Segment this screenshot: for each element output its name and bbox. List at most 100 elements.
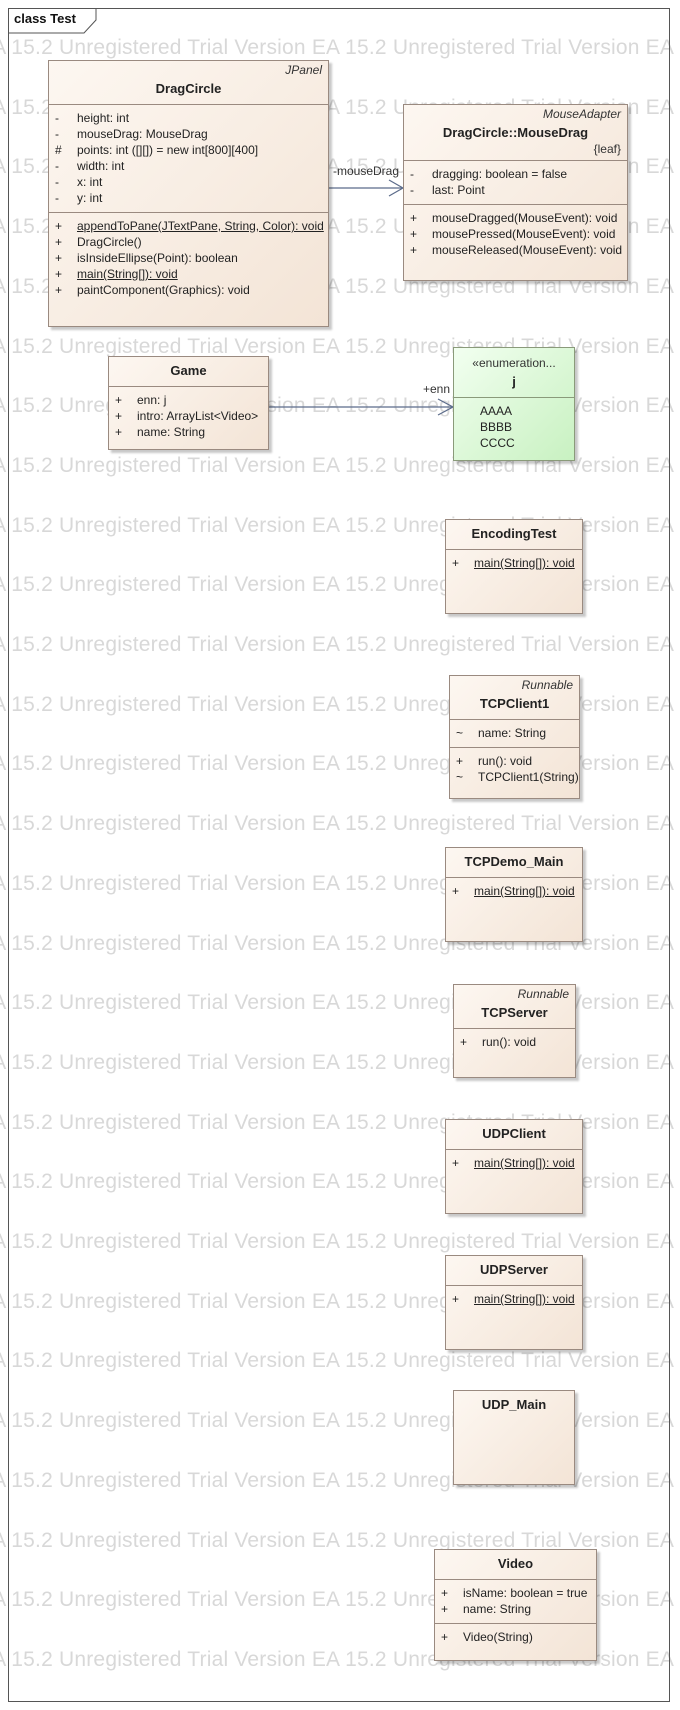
visibility-marker: + bbox=[441, 1602, 449, 1616]
operation-text: Video(String) bbox=[463, 1630, 533, 1644]
operation[interactable]: ~ TCPClient1(String) bbox=[450, 769, 579, 785]
operation[interactable]: + main(String[]): void bbox=[446, 883, 582, 899]
visibility-marker: + bbox=[55, 283, 63, 297]
attribute[interactable]: + isName: boolean = true bbox=[435, 1585, 596, 1601]
operations-compartment: + mouseDragged(MouseEvent): void + mousePre… bbox=[404, 204, 627, 264]
operation[interactable]: + isInsideEllipse(Point): boolean bbox=[49, 250, 328, 266]
visibility-marker: - bbox=[410, 183, 414, 197]
enum-j[interactable]: «enumeration... j AAAA BBBB CCCC bbox=[453, 347, 575, 461]
class-dragcircle[interactable]: JPanel DragCircle - height: int - mouseDrag: … bbox=[48, 60, 329, 327]
class-name: DragCircle bbox=[155, 81, 222, 96]
literals-compartment: AAAA BBBB CCCC bbox=[454, 397, 574, 457]
operation[interactable]: + DragCircle() bbox=[49, 234, 328, 250]
visibility-marker: + bbox=[55, 235, 63, 249]
class-tcpserver[interactable]: Runnable TCPServer + run(): void bbox=[453, 984, 576, 1078]
attribute[interactable]: - mouseDrag: MouseDrag bbox=[49, 126, 328, 142]
role-enn: +enn bbox=[423, 382, 451, 396]
enum-literal: BBBB bbox=[480, 420, 513, 434]
operations-compartment: + run(): void ~ TCPClient1(String) bbox=[450, 747, 579, 791]
visibility-marker: + bbox=[115, 409, 123, 423]
attribute[interactable]: - x: int bbox=[49, 174, 328, 190]
operations-compartment: + run(): void bbox=[454, 1028, 575, 1056]
operation[interactable]: + mouseReleased(MouseEvent): void bbox=[404, 242, 627, 258]
class-encodingtest[interactable]: EncodingTest + main(String[]): void bbox=[445, 519, 583, 614]
operations-compartment: + main(String[]): void bbox=[446, 877, 582, 905]
class-name: Game bbox=[170, 363, 207, 378]
operation[interactable]: + main(String[]): void bbox=[446, 555, 582, 571]
attribute-text: width: int bbox=[77, 159, 125, 173]
enum-literal: CCCC bbox=[480, 436, 515, 450]
visibility-marker: # bbox=[55, 143, 62, 157]
operation[interactable]: + mouseDragged(MouseEvent): void bbox=[404, 210, 627, 226]
attribute-text: name: String bbox=[463, 1602, 532, 1616]
tagged-value: {leaf} bbox=[593, 142, 621, 156]
operations-compartment: + main(String[]): void bbox=[446, 549, 582, 577]
operation-text: isInsideEllipse(Point): boolean bbox=[77, 251, 238, 265]
visibility-marker: - bbox=[55, 191, 59, 205]
attribute[interactable]: - y: int bbox=[49, 190, 328, 206]
class-tcpclient1[interactable]: Runnable TCPClient1 ~ name: String + run(): v… bbox=[449, 675, 580, 799]
operation-text: main(String[]): void bbox=[77, 267, 178, 281]
attribute[interactable]: + enn: j bbox=[109, 392, 268, 408]
operations-compartment: + main(String[]): void bbox=[446, 1285, 582, 1313]
stereotype-label: Runnable bbox=[521, 678, 573, 692]
visibility-marker: + bbox=[452, 1292, 460, 1306]
operations-compartment: + appendToPane(JTextPane, String, Color):… bbox=[49, 212, 328, 304]
operation-text: run(): void bbox=[482, 1035, 537, 1049]
attribute[interactable]: - height: int bbox=[49, 110, 328, 126]
association-game-j[interactable] bbox=[269, 398, 455, 416]
attribute[interactable]: - last: Point bbox=[404, 182, 627, 198]
attributes-compartment: + enn: j + intro: ArrayList<Video> + name: St… bbox=[109, 386, 268, 446]
visibility-marker: - bbox=[55, 127, 59, 141]
class-name: Video bbox=[497, 1556, 534, 1571]
class-udp-main[interactable]: UDP_Main bbox=[453, 1390, 575, 1485]
operation-text: DragCircle() bbox=[77, 235, 142, 249]
attribute[interactable]: + name: String bbox=[109, 424, 268, 440]
class-udpclient[interactable]: UDPClient + main(String[]): void bbox=[445, 1119, 583, 1214]
attributes-compartment: - height: int - mouseDrag: MouseDrag # points… bbox=[49, 104, 328, 212]
attribute-text: dragging: boolean = false bbox=[432, 167, 568, 181]
association-dragcircle-mousedrag[interactable] bbox=[329, 179, 405, 197]
visibility-marker: - bbox=[410, 167, 414, 181]
visibility-marker: - bbox=[55, 175, 59, 189]
visibility-marker: + bbox=[441, 1630, 449, 1644]
class-video[interactable]: Video + isName: boolean = true + name: Strin… bbox=[434, 1549, 597, 1661]
attribute[interactable]: - dragging: boolean = false bbox=[404, 166, 627, 182]
visibility-marker: + bbox=[456, 754, 464, 768]
operation[interactable]: + main(String[]): void bbox=[49, 266, 328, 282]
class-name: UDPServer bbox=[480, 1262, 548, 1277]
operation-text: TCPClient1(String) bbox=[478, 770, 579, 784]
class-tcpdemo-main[interactable]: TCPDemo_Main + main(String[]): void bbox=[445, 847, 583, 942]
class-udpserver[interactable]: UDPServer + main(String[]): void bbox=[445, 1255, 583, 1350]
attribute[interactable]: + name: String bbox=[435, 1601, 596, 1617]
operation[interactable]: + Video(String) bbox=[435, 1629, 596, 1645]
attributes-compartment: - dragging: boolean = false - last: Point bbox=[404, 160, 627, 204]
visibility-marker: + bbox=[55, 251, 63, 265]
attribute[interactable]: ~ name: String bbox=[450, 725, 579, 741]
role-mousedrag: -mouseDrag bbox=[333, 164, 400, 178]
operations-compartment: + main(String[]): void bbox=[446, 1149, 582, 1177]
visibility-marker: + bbox=[55, 219, 63, 233]
attribute[interactable]: # points: int ([][]) = new int[800][400] bbox=[49, 142, 328, 158]
operation[interactable]: + main(String[]): void bbox=[446, 1291, 582, 1307]
class-game[interactable]: Game + enn: j + intro: ArrayList<Video> + name… bbox=[108, 356, 269, 450]
operation[interactable]: + main(String[]): void bbox=[446, 1155, 582, 1171]
operation[interactable]: + run(): void bbox=[454, 1034, 575, 1050]
visibility-marker: - bbox=[55, 159, 59, 173]
operation[interactable]: + appendToPane(JTextPane, String, Color):… bbox=[49, 218, 328, 234]
attribute[interactable]: - width: int bbox=[49, 158, 328, 174]
visibility-marker: + bbox=[410, 211, 418, 225]
class-name: TCPServer bbox=[481, 1005, 548, 1020]
attribute[interactable]: + intro: ArrayList<Video> bbox=[109, 408, 268, 424]
visibility-marker: + bbox=[452, 884, 460, 898]
class-mousedrag[interactable]: MouseAdapter DragCircle::MouseDrag {leaf} -… bbox=[403, 104, 628, 281]
attribute-text: y: int bbox=[77, 191, 103, 205]
operation[interactable]: + run(): void bbox=[450, 753, 579, 769]
operation[interactable]: + mousePressed(MouseEvent): void bbox=[404, 226, 627, 242]
stereotype-label: JPanel bbox=[285, 63, 322, 77]
stereotype-label: MouseAdapter bbox=[542, 107, 621, 121]
class-name: j bbox=[512, 374, 516, 389]
visibility-marker: + bbox=[410, 243, 418, 257]
attribute-text: x: int bbox=[77, 175, 103, 189]
operation[interactable]: + paintComponent(Graphics): void bbox=[49, 282, 328, 298]
